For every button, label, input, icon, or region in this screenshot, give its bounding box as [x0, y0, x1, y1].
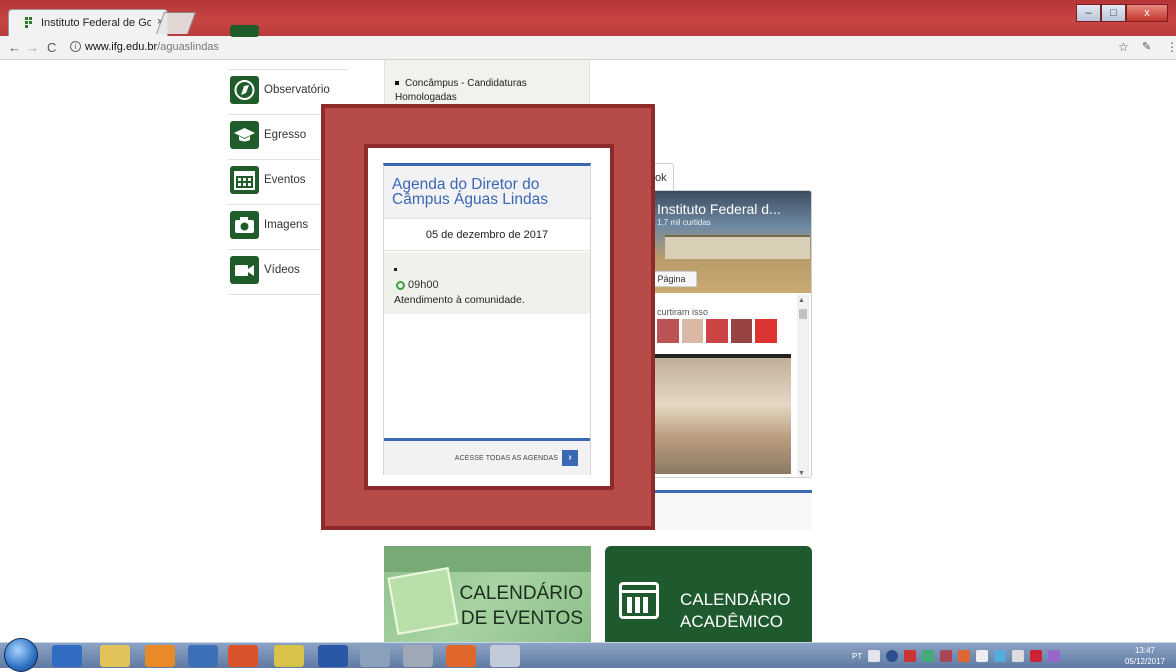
calendar-icon [619, 582, 659, 619]
facebook-page-name[interactable]: Instituto Federal d... [657, 201, 781, 217]
system-tray: PT [852, 647, 1112, 665]
close-window-button[interactable]: x [1126, 4, 1168, 22]
banner-line-1: CALENDÁRIO [459, 583, 583, 604]
app-icon[interactable] [360, 645, 390, 667]
agenda-time: 09h00 [408, 279, 439, 291]
news-link[interactable]: Concâmpus - Candidaturas Homologadas [395, 77, 575, 105]
facebook-scrollbar[interactable]: ▲ ▼ [797, 295, 809, 477]
new-tab-button[interactable] [155, 12, 197, 34]
sidebar-item-label: Vídeos [264, 264, 300, 276]
bookmark-star-icon[interactable]: ☆ [1118, 40, 1129, 54]
language-indicator[interactable]: PT [852, 652, 862, 661]
menu-icon[interactable]: ⋮ [1166, 40, 1176, 54]
list-bullet [394, 268, 397, 271]
facebook-page-button[interactable]: r Página [649, 271, 697, 287]
tab-title: Instituto Federal de Goiá [41, 17, 151, 29]
security-app-icon[interactable] [188, 645, 218, 667]
calendario-eventos-banner[interactable]: CALENDÁRIO DE EVENTOS [384, 546, 591, 642]
agenda-header: Agenda do Diretor do Câmpus Águas Lindas [384, 166, 590, 218]
tray-app-icon[interactable] [904, 650, 917, 662]
windows-taskbar: PT 13:47 05/12/2017 [0, 638, 1176, 672]
agenda-footer: ACESSE TODAS AS AGENDAS › [384, 438, 590, 475]
facebook-post-photo[interactable] [655, 354, 791, 474]
volume-icon[interactable] [1012, 650, 1025, 662]
sidebar-item-label: Observatório [264, 84, 330, 96]
url-field[interactable]: www.ifg.edu.br/aguaslindas [85, 41, 219, 53]
chevron-right-icon[interactable]: › [562, 450, 578, 466]
site-info-icon[interactable]: i [70, 41, 81, 52]
calendar-icon [230, 166, 259, 194]
calendario-academico-banner[interactable]: CALENDÁRIO ACADÊMICO [605, 546, 812, 642]
banner-line-1: CALENDÁRIO [680, 590, 791, 609]
agenda-entry: 09h00 Atendimento à comunidade. [384, 252, 590, 314]
address-bar: ← → C i www.ifg.edu.br/aguaslindas ☆ ✎ ⋮ [0, 36, 1176, 60]
clock-icon [396, 281, 405, 290]
window-controls: – □ x [1076, 4, 1168, 24]
menu-icon-partial [230, 25, 259, 37]
firefox-icon[interactable] [228, 645, 258, 667]
keyboard-icon[interactable] [868, 650, 881, 662]
agenda-widget: Agenda do Diretor do Câmpus Águas Lindas… [383, 163, 591, 475]
sidebar-item-label: Egresso [264, 129, 307, 141]
help-icon[interactable] [886, 650, 899, 662]
calendar-grid-icon [387, 567, 459, 635]
reload-button[interactable]: C [47, 40, 56, 55]
chrome-icon[interactable] [274, 645, 304, 667]
paint-icon[interactable] [403, 645, 433, 667]
facebook-likes: 1,7 mil curtidas [657, 218, 711, 227]
app-icon[interactable] [490, 645, 520, 667]
sidebar-item-label: Imagens [264, 219, 309, 231]
compass-icon [230, 76, 259, 104]
agenda-title: Agenda do Diretor do Câmpus Águas Lindas [392, 176, 548, 208]
tray-app-icon[interactable] [1048, 650, 1061, 662]
tray-app-icon[interactable] [922, 650, 935, 662]
forward-button[interactable]: → [26, 40, 39, 55]
media-player-icon[interactable] [145, 645, 175, 667]
maximize-button[interactable]: □ [1101, 4, 1126, 22]
all-agendas-link[interactable]: ACESSE TODAS AS AGENDAS [455, 455, 558, 462]
camera-icon [230, 211, 259, 239]
browser-titlebar: Instituto Federal de Goiá × – □ x [0, 0, 1176, 36]
back-button[interactable]: ← [8, 40, 21, 55]
tray-app-icon[interactable] [994, 650, 1007, 662]
internet-explorer-icon[interactable] [52, 645, 82, 667]
graduation-cap-icon [230, 121, 259, 149]
tray-app-icon[interactable] [940, 650, 953, 662]
app-icon[interactable] [446, 645, 476, 667]
ifg-favicon-icon [25, 17, 35, 28]
facebook-friend-avatars [657, 319, 777, 343]
system-clock[interactable]: 13:47 05/12/2017 [1118, 645, 1172, 667]
file-explorer-icon[interactable] [100, 645, 130, 667]
banner-line-2: DE EVENTOS [460, 608, 583, 629]
word-icon[interactable] [318, 645, 348, 667]
tray-app-icon[interactable] [958, 650, 971, 662]
facebook-liked-text: curtiram isso [657, 307, 709, 317]
video-camera-icon [230, 256, 259, 284]
sidebar-item-label: Eventos [264, 174, 306, 186]
sidebar-item-partial[interactable] [228, 25, 348, 70]
tray-app-icon[interactable] [1030, 650, 1043, 662]
extension-icon[interactable]: ✎ [1142, 40, 1151, 53]
agenda-date: 05 de dezembro de 2017 [384, 218, 590, 251]
banner-line-2: ACADÊMICO [680, 612, 783, 631]
news-list: Concâmpus - Candidaturas Homologadas [384, 60, 590, 110]
browser-tab[interactable]: Instituto Federal de Goiá × [8, 9, 168, 36]
minimize-button[interactable]: – [1076, 4, 1101, 22]
network-icon[interactable] [976, 650, 989, 662]
start-button[interactable] [4, 638, 38, 672]
agenda-description: Atendimento à comunidade. [394, 294, 525, 306]
